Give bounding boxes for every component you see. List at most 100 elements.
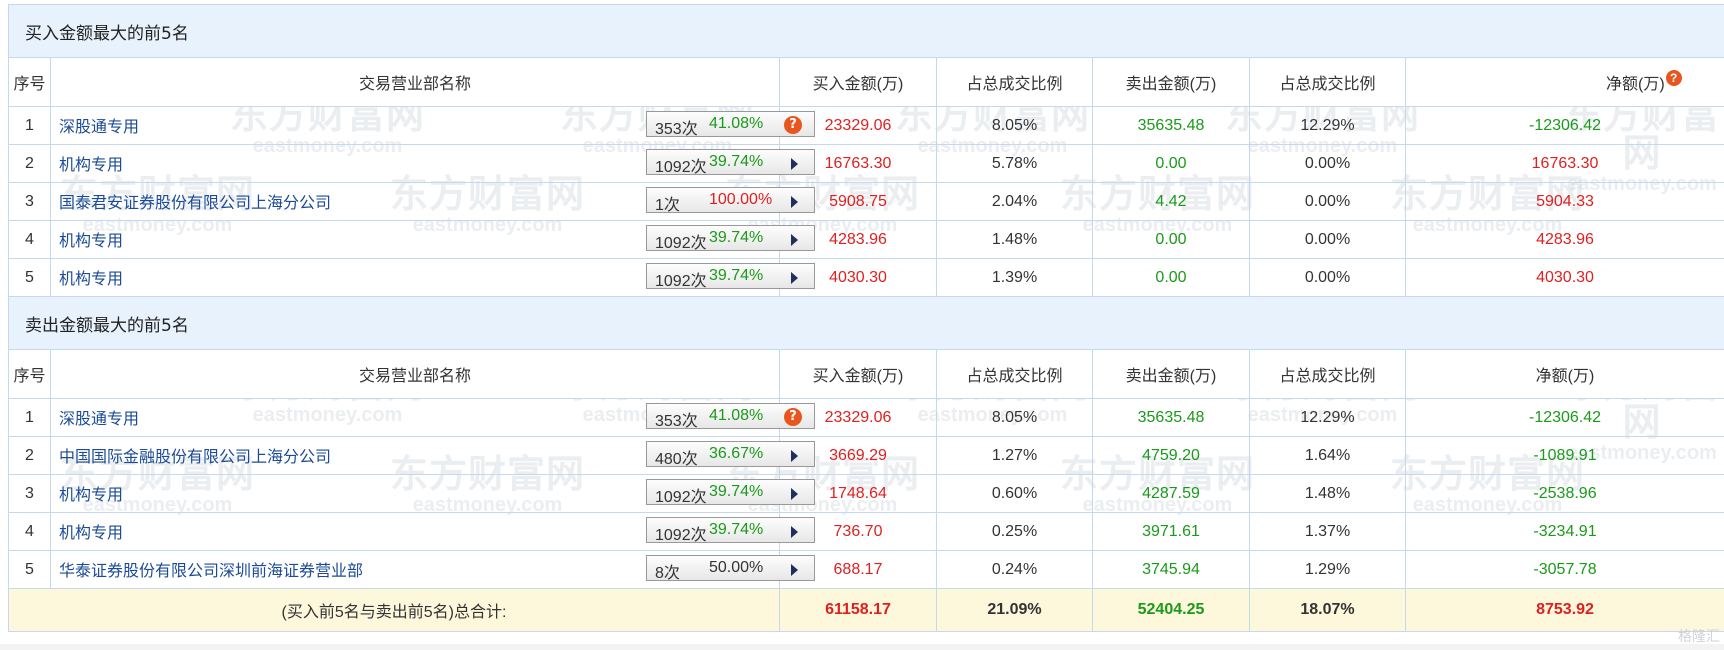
- col-name-header: 交易营业部名称: [50, 349, 780, 399]
- net-amount: 4030.30: [1404, 258, 1724, 297]
- success-rate: 36.67%: [709, 445, 764, 462]
- listing-count: 353次: [655, 121, 698, 138]
- expand-arrow-icon[interactable]: [791, 196, 798, 208]
- sell-amount: 0.00: [1092, 220, 1250, 259]
- col-index-header: 序号: [8, 57, 51, 107]
- row-index: 5: [8, 550, 51, 589]
- branch-stats-button[interactable]: 480次 36.67%: [646, 441, 815, 468]
- row-index: 3: [8, 474, 51, 513]
- success-rate: 39.74%: [709, 153, 764, 170]
- branch-stats-button[interactable]: 1092次 39.74%: [646, 263, 815, 290]
- buy-ratio: 5.78%: [936, 144, 1093, 183]
- buy-column-headers: 序号 交易营业部名称 买入金额(万) 占总成交比例 卖出金额(万) 占总成交比例…: [8, 57, 1724, 107]
- total-buy-ratio: 21.09%: [936, 588, 1093, 632]
- col-net-header-label: 净额(万): [1606, 76, 1665, 93]
- sell-column-headers: 序号 交易营业部名称 买入金额(万) 占总成交比例 卖出金额(万) 占总成交比例…: [8, 349, 1724, 399]
- branch-stats-button[interactable]: 8次 50.00%: [646, 555, 815, 582]
- table-row: 3 国泰君安证券股份有限公司上海分公司 1次 100.00% 5908.75 2.04% 4…: [8, 182, 1724, 221]
- row-index: 4: [8, 512, 51, 551]
- branch-name-link[interactable]: 国泰君安证券股份有限公司上海分公司: [59, 189, 331, 213]
- question-icon[interactable]: ?: [784, 408, 802, 426]
- buy-ratio: 0.24%: [936, 550, 1093, 589]
- table-row: 3 机构专用 1092次 39.74% 1748.64 0.60% 4287.59 1.48%…: [8, 474, 1724, 513]
- net-amount: -2538.96: [1404, 474, 1724, 513]
- branch-name-cell: 机构专用 1092次 39.74%: [50, 258, 815, 297]
- sell-amount: 3971.61: [1092, 512, 1250, 551]
- sell-amount: 4.42: [1092, 182, 1250, 221]
- col-sell-header: 卖出金额(万): [1092, 57, 1250, 107]
- expand-arrow-icon[interactable]: [791, 450, 798, 462]
- sell-amount: 35635.48: [1092, 106, 1250, 145]
- expand-arrow-icon[interactable]: [791, 564, 798, 576]
- sell-ratio: 12.29%: [1249, 398, 1406, 437]
- sell-section-title: 卖出金额最大的前5名: [7, 296, 1724, 350]
- success-rate: 39.74%: [709, 521, 764, 538]
- success-rate: 39.74%: [709, 483, 764, 500]
- expand-arrow-icon[interactable]: [791, 526, 798, 538]
- table-body: 买入金额最大的前5名 序号 交易营业部名称 买入金额(万) 占总成交比例 卖出金…: [7, 4, 1724, 632]
- branch-stats-button[interactable]: 353次 41.08%?: [646, 111, 815, 138]
- branch-name-link[interactable]: 深股通专用: [59, 113, 139, 137]
- sell-amount: 0.00: [1092, 144, 1250, 183]
- branch-stats-button[interactable]: 1092次 39.74%: [646, 517, 815, 544]
- branch-name-link[interactable]: 机构专用: [59, 227, 123, 251]
- table-row: 1 深股通专用 353次 41.08%? 23329.06 8.05% 35635.48 12…: [8, 106, 1724, 145]
- sell-amount: 0.00: [1092, 258, 1250, 297]
- total-buy: 61158.17: [779, 588, 937, 632]
- sell-section-header: 卖出金额最大的前5名: [7, 296, 1724, 350]
- branch-name-link[interactable]: 机构专用: [59, 265, 123, 289]
- branch-name-link[interactable]: 深股通专用: [59, 405, 139, 429]
- sell-amount: 4759.20: [1092, 436, 1250, 475]
- table-row: 4 机构专用 1092次 39.74% 736.70 0.25% 3971.61 1.37% -…: [8, 512, 1724, 551]
- success-rate: 41.08%: [709, 115, 764, 132]
- branch-stats-button[interactable]: 1092次 39.74%: [646, 479, 815, 506]
- branch-stats-button[interactable]: 1092次 39.74%: [646, 225, 815, 252]
- table-row: 2 中国国际金融股份有限公司上海分公司 480次 36.67% 3669.29 1.27%…: [8, 436, 1724, 475]
- net-amount: -12306.42: [1404, 398, 1724, 437]
- row-index: 2: [8, 436, 51, 475]
- net-amount: 5904.33: [1404, 182, 1724, 221]
- buy-ratio: 8.05%: [936, 106, 1093, 145]
- branch-name-link[interactable]: 华泰证券股份有限公司深圳前海证券营业部: [59, 557, 363, 581]
- sell-ratio: 0.00%: [1249, 182, 1406, 221]
- buy-ratio: 0.25%: [936, 512, 1093, 551]
- sell-ratio: 0.00%: [1249, 220, 1406, 259]
- branch-name-cell: 国泰君安证券股份有限公司上海分公司 1次 100.00%: [50, 182, 815, 221]
- expand-arrow-icon[interactable]: [791, 158, 798, 170]
- help-icon[interactable]: ?: [1665, 70, 1682, 86]
- sell-amount: 4287.59: [1092, 474, 1250, 513]
- col-sell-header: 卖出金额(万): [1092, 349, 1250, 399]
- expand-arrow-icon[interactable]: [791, 234, 798, 246]
- listing-count: 1092次: [655, 235, 707, 252]
- row-index: 1: [8, 106, 51, 145]
- listing-count: 1次: [655, 197, 680, 214]
- col-net-header: 净额(万): [1404, 349, 1724, 399]
- branch-name-cell: 深股通专用 353次 41.08%?: [50, 106, 815, 145]
- col-name-header: 交易营业部名称: [50, 57, 780, 107]
- success-rate: 39.74%: [709, 229, 764, 246]
- dragon-tiger-table: 买入金额最大的前5名 序号 交易营业部名称 买入金额(万) 占总成交比例 卖出金…: [7, 4, 1724, 632]
- row-index: 1: [8, 398, 51, 437]
- total-sell-ratio: 18.07%: [1249, 588, 1406, 632]
- listing-count: 1092次: [655, 273, 707, 290]
- row-index: 5: [8, 258, 51, 297]
- buy-ratio: 8.05%: [936, 398, 1093, 437]
- branch-name-link[interactable]: 机构专用: [59, 519, 123, 543]
- net-amount: 16763.30: [1404, 144, 1724, 183]
- question-icon[interactable]: ?: [784, 116, 802, 134]
- branch-name-link[interactable]: 中国国际金融股份有限公司上海分公司: [59, 443, 331, 467]
- success-rate: 39.74%: [709, 267, 764, 284]
- branch-name-link[interactable]: 机构专用: [59, 151, 123, 175]
- total-label: (买入前5名与卖出前5名)总合计:: [8, 588, 780, 632]
- total-row: (买入前5名与卖出前5名)总合计: 61158.17 21.09% 52404.…: [8, 588, 1724, 632]
- branch-name-link[interactable]: 机构专用: [59, 481, 123, 505]
- sell-ratio: 1.37%: [1249, 512, 1406, 551]
- branch-stats-button[interactable]: 1092次 39.74%: [646, 149, 815, 176]
- branch-stats-button[interactable]: 1次 100.00%: [646, 187, 815, 214]
- table-row: 5 机构专用 1092次 39.74% 4030.30 1.39% 0.00 0.00% 403…: [8, 258, 1724, 297]
- sell-amount: 35635.48: [1092, 398, 1250, 437]
- branch-stats-button[interactable]: 353次 41.08%?: [646, 403, 815, 430]
- table-row: 5 华泰证券股份有限公司深圳前海证券营业部 8次 50.00% 688.17 0.24% 3…: [8, 550, 1724, 589]
- expand-arrow-icon[interactable]: [791, 488, 798, 500]
- expand-arrow-icon[interactable]: [791, 272, 798, 284]
